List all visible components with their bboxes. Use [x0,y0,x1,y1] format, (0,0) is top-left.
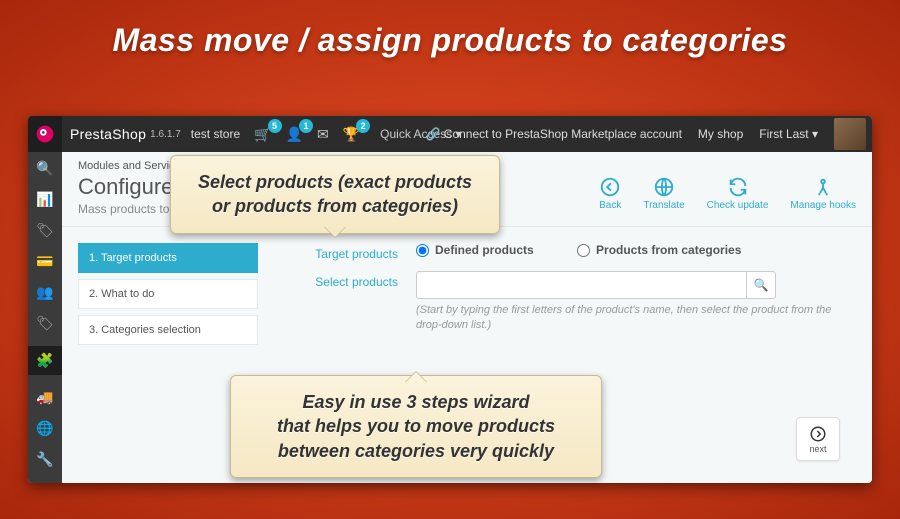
topbar: PrestaShop 1.6.1.7 test store 🛒5 👤1 ✉ 🏆2… [28,116,872,152]
trophy-badge: 2 [356,119,370,133]
prestashop-logo [28,116,62,152]
step-target-products[interactable]: 1. Target products [78,243,258,273]
notification-icons: 🛒5 👤1 ✉ 🏆2 [254,126,360,143]
chevron-down-icon: ▾ [812,127,818,141]
catalog-icon[interactable]: 🏷 [28,222,62,239]
target-products-label: Target products [276,243,416,261]
radio-products-from-categories[interactable]: Products from categories [577,243,741,257]
mail-icon[interactable]: ✉ [317,126,329,143]
search-icon[interactable]: 🔍 [28,160,62,177]
radio-defined-products[interactable]: Defined products [416,243,534,257]
callout-wizard: Easy in use 3 steps wizardthat helps you… [230,375,602,478]
link-icon: 🔗 [425,127,440,141]
localization-icon[interactable]: 🌐 [28,420,62,437]
banner-title: Mass move / assign products to categorie… [0,0,900,77]
step-what-to-do[interactable]: 2. What to do [78,279,258,309]
manage-hooks-button[interactable]: Manage hooks [790,176,856,211]
product-search-button[interactable]: 🔍 [746,271,776,299]
toolbar-actions: Back Translate Check update Manage hooks [599,176,856,216]
pricing-icon[interactable]: 🏷 [28,315,62,332]
side-navigation: 🔍 📊 🏷 💳 👥 🏷 🧩 🚚 🌐 🔧 ⚙ ⚙ [28,152,62,483]
translate-button[interactable]: Translate [643,176,684,211]
search-hint: (Start by typing the first letters of th… [416,303,856,334]
user-menu[interactable]: First Last ▾ [759,127,818,141]
next-button[interactable]: next [796,417,840,461]
orders-icon[interactable]: 💳 [28,253,62,270]
cart-badge: 5 [268,119,282,133]
check-update-button[interactable]: Check update [707,176,769,211]
avatar[interactable] [834,118,866,150]
my-shop-link[interactable]: My shop [698,127,743,141]
back-button[interactable]: Back [599,176,621,211]
modules-icon[interactable]: 🧩 [28,346,62,375]
radio-defined-products-input[interactable] [416,244,429,257]
user-icon[interactable]: 👤1 [286,126,303,143]
store-name[interactable]: test store [191,127,240,141]
search-icon: 🔍 [754,278,769,292]
brand: PrestaShop [70,126,146,142]
product-search: 🔍 [416,271,776,299]
trophy-icon[interactable]: 🏆2 [343,126,360,143]
select-products-label: Select products [276,271,416,289]
preferences-icon[interactable]: 🔧 [28,451,62,468]
cart-icon[interactable]: 🛒5 [254,126,271,143]
customers-icon[interactable]: 👥 [28,284,62,301]
user-badge: 1 [299,119,313,133]
dashboard-icon[interactable]: 📊 [28,191,62,208]
shipping-icon[interactable]: 🚚 [28,389,62,406]
step-categories-selection[interactable]: 3. Categories selection [78,315,258,345]
advanced-icon[interactable]: ⚙ [28,482,62,483]
version: 1.6.1.7 [150,129,181,140]
product-search-input[interactable] [416,271,746,299]
radio-products-from-categories-input[interactable] [577,244,590,257]
callout-select-products: Select products (exact products or produ… [170,155,500,234]
connect-marketplace-link[interactable]: 🔗 Connect to PrestaShop Marketplace acco… [425,127,681,141]
